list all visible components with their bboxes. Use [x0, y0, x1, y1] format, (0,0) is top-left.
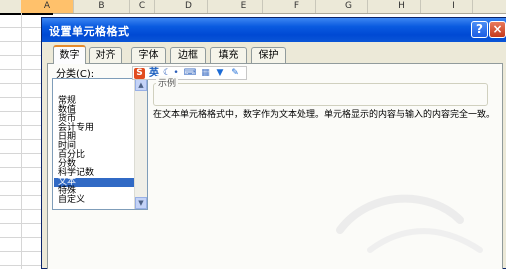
- dialog-title-bar[interactable]: 设置单元格格式 ? ×: [42, 18, 506, 42]
- help-button[interactable]: ?: [471, 21, 488, 38]
- dialog-title: 设置单元格格式: [49, 25, 130, 38]
- sample-label: 示例: [156, 76, 179, 89]
- scroll-down-arrow-icon[interactable]: ▼: [135, 197, 147, 209]
- selected-cell-border: [0, 13, 53, 15]
- ime-toolbar[interactable]: S 英 ☾ • ⌨ ▦ ▼ ✎: [132, 66, 247, 80]
- column-header-d[interactable]: D: [170, 0, 208, 13]
- column-header-b[interactable]: B: [74, 0, 130, 13]
- tab-number[interactable]: 数字: [53, 45, 86, 64]
- grid-icon[interactable]: ▦: [200, 68, 211, 79]
- column-header-f[interactable]: F: [278, 0, 316, 13]
- category-item-custom[interactable]: 自定义: [54, 196, 138, 205]
- close-button[interactable]: ×: [489, 21, 506, 38]
- format-description: 在文本单元格格式中，数字作为文本处理。单元格显示的内容与输入的内容完全一致。: [153, 110, 496, 120]
- wrench-icon[interactable]: ✎: [229, 68, 241, 79]
- help-icon: ?: [476, 22, 483, 36]
- tab-border[interactable]: 边框: [170, 47, 206, 63]
- grid-line: [21, 13, 22, 269]
- ime-logo-icon[interactable]: S: [134, 68, 145, 79]
- category-scrollbar[interactable]: ▲ ▼: [134, 79, 147, 209]
- tab-alignment[interactable]: 对齐: [89, 47, 122, 63]
- tab-font[interactable]: 字体: [131, 47, 166, 63]
- column-header-i[interactable]: I: [435, 0, 473, 13]
- column-header-h[interactable]: H: [383, 0, 421, 13]
- column-header-e[interactable]: E: [225, 0, 263, 13]
- column-header-c[interactable]: C: [130, 0, 155, 13]
- keyboard-icon[interactable]: ⌨: [183, 68, 197, 79]
- sample-box: [153, 83, 488, 106]
- shirt-icon[interactable]: ▼: [214, 68, 226, 79]
- column-header-g[interactable]: G: [330, 0, 368, 13]
- tab-fill[interactable]: 填充: [210, 47, 247, 63]
- close-icon: ×: [492, 22, 503, 36]
- column-header-a[interactable]: A: [21, 0, 74, 13]
- column-header-row: A B C D E F G H I: [0, 0, 506, 14]
- scroll-up-arrow-icon[interactable]: ▲: [135, 79, 147, 91]
- select-all-corner[interactable]: [0, 0, 22, 13]
- watermark-image: [336, 194, 483, 253]
- category-list[interactable]: 常规 数值 货币 会计专用 日期 时间 百分比 分数 科学记数 文本 特殊 自定…: [52, 78, 148, 210]
- tab-protection[interactable]: 保护: [251, 47, 286, 63]
